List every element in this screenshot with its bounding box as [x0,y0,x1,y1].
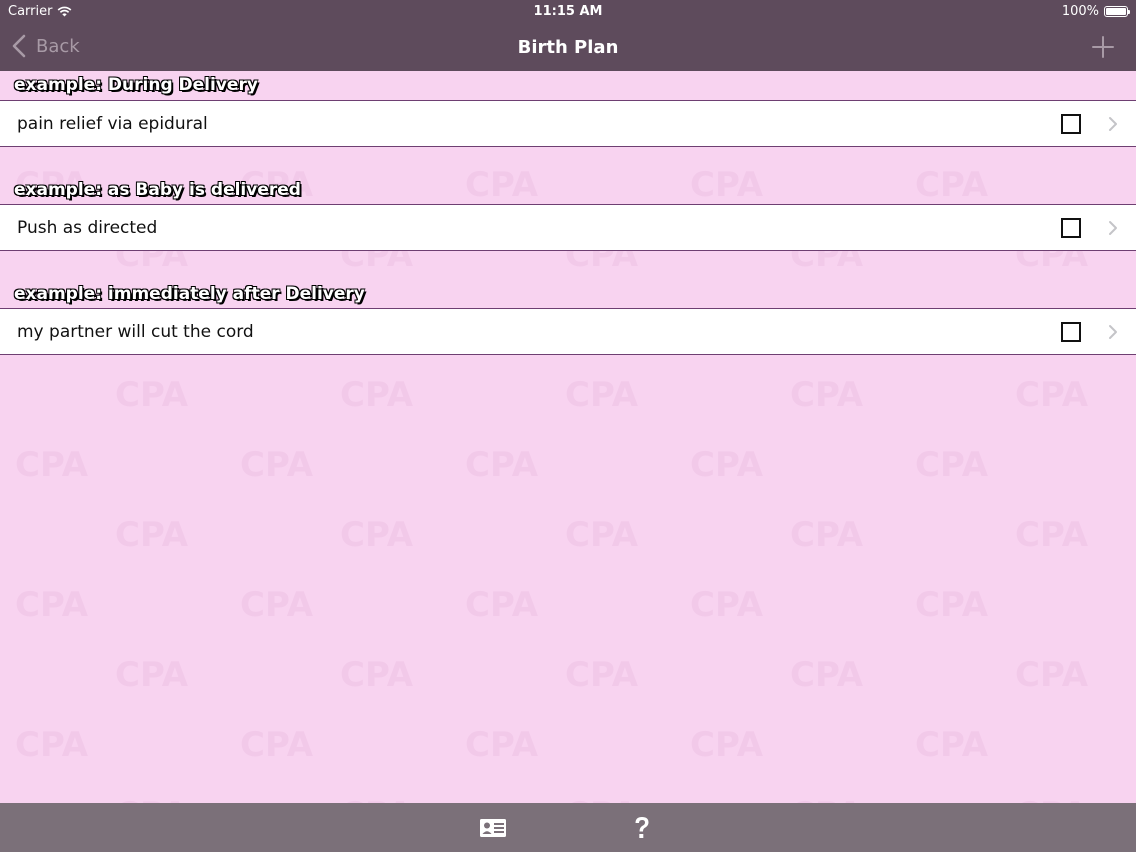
section-header: example: immediately after Delivery [0,280,1136,308]
page-title: Birth Plan [517,37,619,58]
section-header: example: as Baby is delivered [0,176,1136,204]
tab-help[interactable] [628,815,656,841]
checkbox[interactable] [1061,218,1081,238]
checkbox[interactable] [1061,114,1081,134]
section-header-label: example: immediately after Delivery [14,284,365,304]
list-item[interactable]: Push as directed [0,204,1136,251]
section-header-label: example: During Delivery [14,75,258,95]
help-icon [635,817,649,838]
tab-contact-card[interactable] [479,815,507,841]
checkbox[interactable] [1061,322,1081,342]
list-item[interactable]: pain relief via epidural [0,100,1136,147]
battery-icon [1104,6,1130,17]
contact-card-icon [480,819,506,837]
status-time: 11:15 AM [533,4,603,19]
status-bar: Carrier 11:15 AM 100% [0,0,1136,24]
list-item[interactable]: my partner will cut the cord [0,308,1136,355]
tab-bar [0,803,1136,852]
list-item-label: Push as directed [17,218,158,238]
add-button[interactable] [1090,34,1116,60]
list-item-label: pain relief via epidural [17,114,208,134]
section-header: example: During Delivery [0,71,1136,99]
list-item-label: my partner will cut the cord [17,322,254,342]
chevron-right-icon [1109,325,1117,339]
plus-icon [1092,36,1114,58]
battery-percent: 100% [1061,4,1099,19]
navigation-bar: Back Birth Plan [0,24,1136,71]
chevron-right-icon [1109,117,1117,131]
section-header-label: example: as Baby is delivered [14,180,301,200]
chevron-right-icon [1109,221,1117,235]
battery-info: 100% [1061,4,1130,19]
